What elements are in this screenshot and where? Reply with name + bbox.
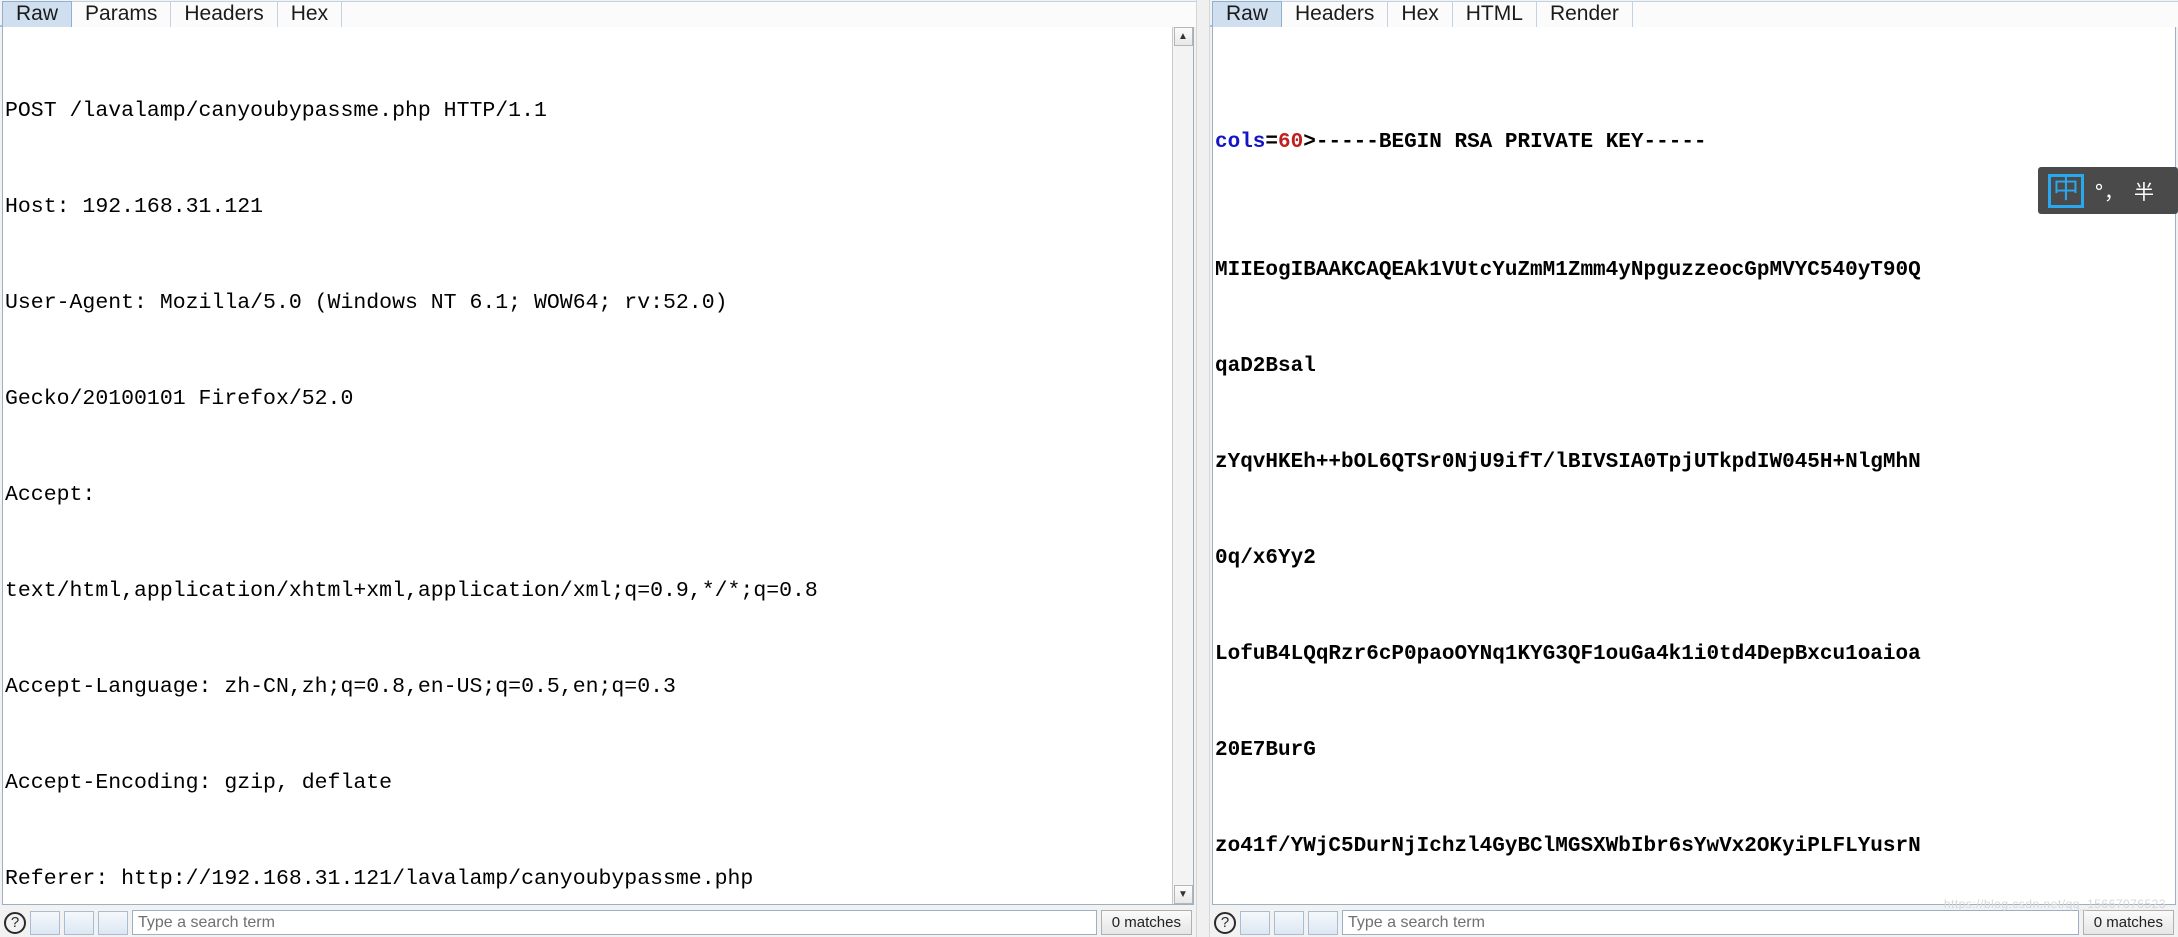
burp-repeater-window: Raw Params Headers Hex POST /lavalamp/ca… — [0, 0, 2178, 937]
tab-response-hex[interactable]: Hex — [1387, 1, 1453, 27]
request-line: Accept-Language: zh-CN,zh;q=0.8,en-US;q=… — [5, 675, 676, 699]
request-vertical-scrollbar[interactable]: ▲ ▼ — [1172, 27, 1193, 904]
response-line: zo41f/YWjC5DurNjIchzl4GyBClMGSXWbIbr6sYw… — [1215, 835, 1921, 858]
ime-halfwidth-icon[interactable]: 半 — [2134, 176, 2154, 205]
search-placeholder: Type a search term — [1348, 913, 1485, 931]
tabstrip-filler — [341, 1, 1196, 27]
request-bottom-bar: ? Type a search term 0 matches — [0, 905, 1196, 937]
response-first-line: cols=60>-----BEGIN RSA PRIVATE KEY----- — [1215, 127, 2175, 159]
ime-punctuation-icon[interactable]: °， — [2094, 176, 2124, 205]
response-raw-text: cols=60>-----BEGIN RSA PRIVATE KEY----- … — [1215, 31, 2175, 904]
response-line: LofuB4LQqRzr6cP0paoOYNq1KYG3QF1ouGa4k1i0… — [1215, 643, 1921, 666]
help-icon[interactable]: ? — [4, 911, 26, 934]
response-line: zYqvHKEh++bOL6QTSr0NjU9ifT/lBIVSIA0TpjUT… — [1215, 451, 1921, 474]
request-tabstrip: Raw Params Headers Hex — [0, 0, 1196, 27]
blog-watermark: https://blog.csdn.net/qq_15667076523 — [1943, 897, 2166, 911]
request-search-input[interactable]: Type a search term — [132, 910, 1097, 935]
tab-label: Render — [1549, 2, 1619, 25]
request-line: Accept: — [5, 483, 96, 507]
tabstrip-filler — [1631, 1, 2178, 27]
tab-label: Hex — [290, 2, 329, 25]
tag-close-bracket: > — [1303, 131, 1316, 154]
tab-request-headers[interactable]: Headers — [170, 1, 278, 27]
request-line: POST /lavalamp/canyoubypassme.php HTTP/1… — [5, 99, 547, 123]
search-option-button-3[interactable] — [1308, 910, 1338, 935]
response-match-count: 0 matches — [2082, 910, 2174, 935]
attr-equals: = — [1265, 131, 1279, 154]
tab-response-render[interactable]: Render — [1535, 1, 1633, 27]
request-editor[interactable]: POST /lavalamp/canyoubypassme.php HTTP/1… — [3, 27, 1172, 904]
response-tabstrip: Raw Headers Hex HTML Render — [1210, 0, 2178, 27]
tab-response-headers[interactable]: Headers — [1281, 1, 1389, 27]
response-line: MIIEogIBAAKCAQEAk1VUtcYuZmM1Zmm4yNpguzze… — [1215, 259, 1921, 282]
search-option-button-2[interactable] — [64, 910, 94, 935]
tab-label: Headers — [184, 2, 264, 25]
tab-label: Headers — [1295, 2, 1375, 25]
request-match-count: 0 matches — [1100, 910, 1192, 935]
scroll-down-icon[interactable]: ▼ — [1173, 885, 1193, 904]
request-line: Accept-Encoding: gzip, deflate — [5, 771, 393, 795]
attr-cols-value: 60 — [1278, 131, 1304, 154]
ime-chinese-mode-icon[interactable]: 中 — [2048, 173, 2085, 208]
response-editor[interactable]: cols=60>-----BEGIN RSA PRIVATE KEY----- … — [1213, 27, 2175, 904]
tab-label: HTML — [1465, 2, 1523, 25]
rsa-key-begin-marker: -----BEGIN RSA PRIVATE KEY----- — [1315, 131, 1707, 154]
request-line: Host: 192.168.31.121 — [5, 195, 264, 219]
tab-label: Raw — [16, 2, 59, 25]
response-line: 0q/x6Yy2 — [1215, 547, 1316, 570]
tab-label: Params — [85, 2, 158, 25]
search-option-button-1[interactable] — [1240, 910, 1270, 935]
ime-language-bar[interactable]: 中 °， 半 — [2038, 167, 2178, 214]
search-placeholder: Type a search term — [138, 913, 275, 931]
search-option-button-1[interactable] — [30, 910, 60, 935]
response-editor-wrap: cols=60>-----BEGIN RSA PRIVATE KEY----- … — [1212, 27, 2176, 905]
request-pane: Raw Params Headers Hex POST /lavalamp/ca… — [0, 0, 1196, 937]
tab-response-html[interactable]: HTML — [1451, 1, 1537, 27]
help-icon[interactable]: ? — [1214, 911, 1236, 934]
request-line: Gecko/20100101 Firefox/52.0 — [5, 387, 354, 411]
request-line: Referer: http://192.168.31.121/lavalamp/… — [5, 867, 754, 891]
attr-cols-name: cols — [1215, 131, 1266, 154]
response-line: qaD2Bsal — [1215, 355, 1316, 378]
request-line: text/html,application/xhtml+xml,applicat… — [5, 579, 818, 603]
tab-request-raw[interactable]: Raw — [2, 1, 73, 27]
response-line: 20E7BurG — [1215, 739, 1316, 762]
request-line: User-Agent: Mozilla/5.0 (Windows NT 6.1;… — [5, 291, 728, 315]
search-option-button-2[interactable] — [1274, 910, 1304, 935]
scroll-track[interactable] — [1173, 46, 1193, 885]
tab-label: Hex — [1401, 2, 1439, 25]
request-raw-text: POST /lavalamp/canyoubypassme.php HTTP/1… — [5, 31, 1172, 904]
tab-request-params[interactable]: Params — [71, 1, 172, 27]
scroll-up-icon[interactable]: ▲ — [1173, 27, 1193, 46]
pane-splitter[interactable] — [1196, 0, 1210, 937]
tab-label: Raw — [1226, 2, 1269, 25]
tab-response-raw[interactable]: Raw — [1212, 1, 1283, 27]
search-option-button-3[interactable] — [98, 910, 128, 935]
tab-request-hex[interactable]: Hex — [276, 1, 343, 27]
response-pane: Raw Headers Hex HTML Render cols=60>----… — [1210, 0, 2178, 937]
request-editor-wrap: POST /lavalamp/canyoubypassme.php HTTP/1… — [2, 27, 1194, 905]
response-search-input[interactable]: Type a search term — [1342, 910, 2079, 935]
